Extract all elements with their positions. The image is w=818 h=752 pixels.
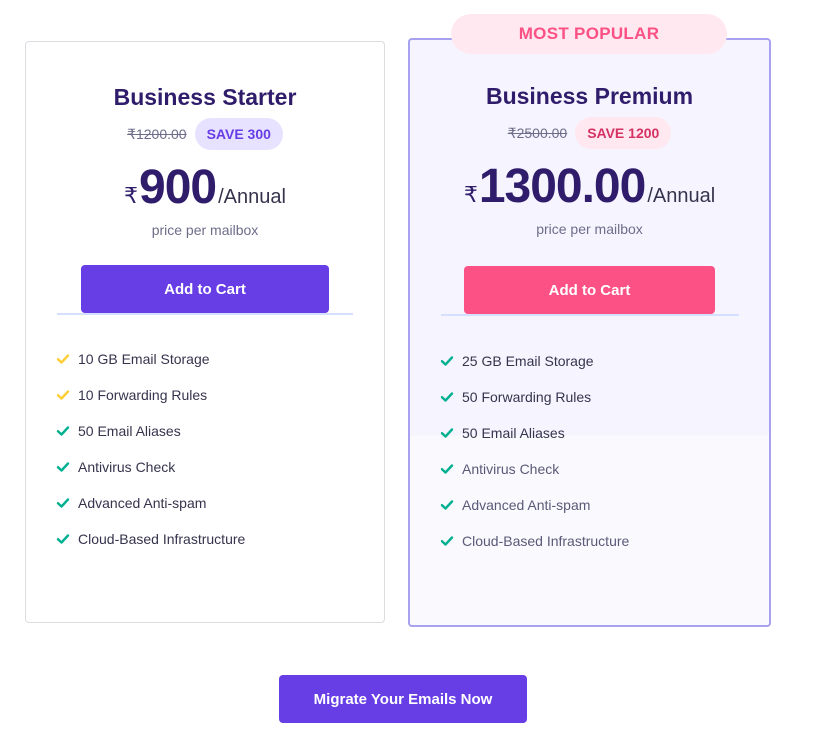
check-icon: [56, 354, 70, 364]
feature-label: 10 GB Email Storage: [78, 351, 210, 367]
price-note: price per mailbox: [151, 222, 259, 238]
price: ₹ 1300.00 /Annual: [410, 159, 769, 214]
feature-label: Cloud-Based Infrastructure: [78, 531, 246, 547]
old-price: ₹2500.00: [507, 124, 568, 141]
currency-symbol: ₹: [463, 182, 478, 207]
feature-item: 25 GB Email Storage: [440, 343, 629, 379]
plan-title: Business Premium: [485, 83, 694, 109]
feature-item: Advanced Anti-spam: [440, 487, 629, 523]
price-period: /Annual: [218, 186, 286, 208]
old-price: ₹1200.00: [127, 125, 187, 142]
feature-list: 10 GB Email Storage 10 Forwarding Rules 50…: [56, 341, 245, 557]
most-popular-badge: MOST POPULAR: [451, 14, 727, 54]
divider: [57, 313, 353, 315]
plan-card-business-starter: Business Starter ₹1200.00 SAVE 300 ₹ 900…: [25, 41, 385, 623]
check-icon: [440, 536, 454, 546]
check-icon: [56, 390, 70, 400]
feature-label: 50 Email Aliases: [462, 425, 565, 441]
feature-item: Antivirus Check: [56, 449, 245, 485]
feature-item: 10 Forwarding Rules: [56, 377, 245, 413]
feature-label: Advanced Anti-spam: [462, 497, 591, 513]
divider: [441, 314, 739, 316]
discount-row: ₹1200.00 SAVE 300: [26, 118, 384, 150]
feature-item: 50 Forwarding Rules: [440, 379, 629, 415]
feature-item: Antivirus Check: [440, 451, 629, 487]
feature-item: Cloud-Based Infrastructure: [56, 521, 245, 557]
check-icon: [56, 462, 70, 472]
migrate-emails-button[interactable]: Migrate Your Emails Now: [279, 675, 527, 723]
feature-label: Advanced Anti-spam: [78, 495, 207, 511]
check-icon: [440, 392, 454, 402]
check-icon: [440, 500, 454, 510]
price-amount: 1300.00: [478, 160, 647, 213]
discount-row: ₹2500.00 SAVE 1200: [410, 117, 769, 149]
check-icon: [56, 426, 70, 436]
price-note: price per mailbox: [536, 221, 643, 237]
check-icon: [440, 356, 454, 366]
plan-card-business-premium: Business Premium ₹2500.00 SAVE 1200 ₹ 13…: [408, 38, 771, 627]
feature-item: Cloud-Based Infrastructure: [440, 523, 629, 559]
feature-label: Antivirus Check: [462, 461, 560, 477]
plan-title: Business Starter: [113, 84, 297, 110]
feature-label: Antivirus Check: [78, 459, 176, 475]
add-to-cart-button[interactable]: Add to Cart: [464, 266, 715, 314]
save-badge: SAVE 300: [194, 118, 283, 150]
feature-label: Cloud-Based Infrastructure: [462, 533, 630, 549]
save-badge: SAVE 1200: [575, 117, 672, 149]
feature-label: 10 Forwarding Rules: [78, 387, 208, 403]
feature-item: 10 GB Email Storage: [56, 341, 245, 377]
check-icon: [56, 534, 70, 544]
feature-item: Advanced Anti-spam: [56, 485, 245, 521]
feature-label: 50 Email Aliases: [78, 423, 181, 439]
feature-list: 25 GB Email Storage 50 Forwarding Rules 50…: [440, 343, 629, 559]
check-icon: [440, 428, 454, 438]
feature-item: 50 Email Aliases: [440, 415, 629, 451]
add-to-cart-button[interactable]: Add to Cart: [81, 265, 329, 313]
currency-symbol: ₹: [124, 183, 139, 208]
price-amount: 900: [139, 161, 217, 214]
check-icon: [440, 464, 454, 474]
price-period: /Annual: [647, 185, 716, 207]
feature-label: 50 Forwarding Rules: [462, 389, 592, 405]
feature-item: 50 Email Aliases: [56, 413, 245, 449]
check-icon: [56, 498, 70, 508]
feature-label: 25 GB Email Storage: [462, 353, 594, 369]
price: ₹ 900 /Annual: [26, 160, 384, 215]
